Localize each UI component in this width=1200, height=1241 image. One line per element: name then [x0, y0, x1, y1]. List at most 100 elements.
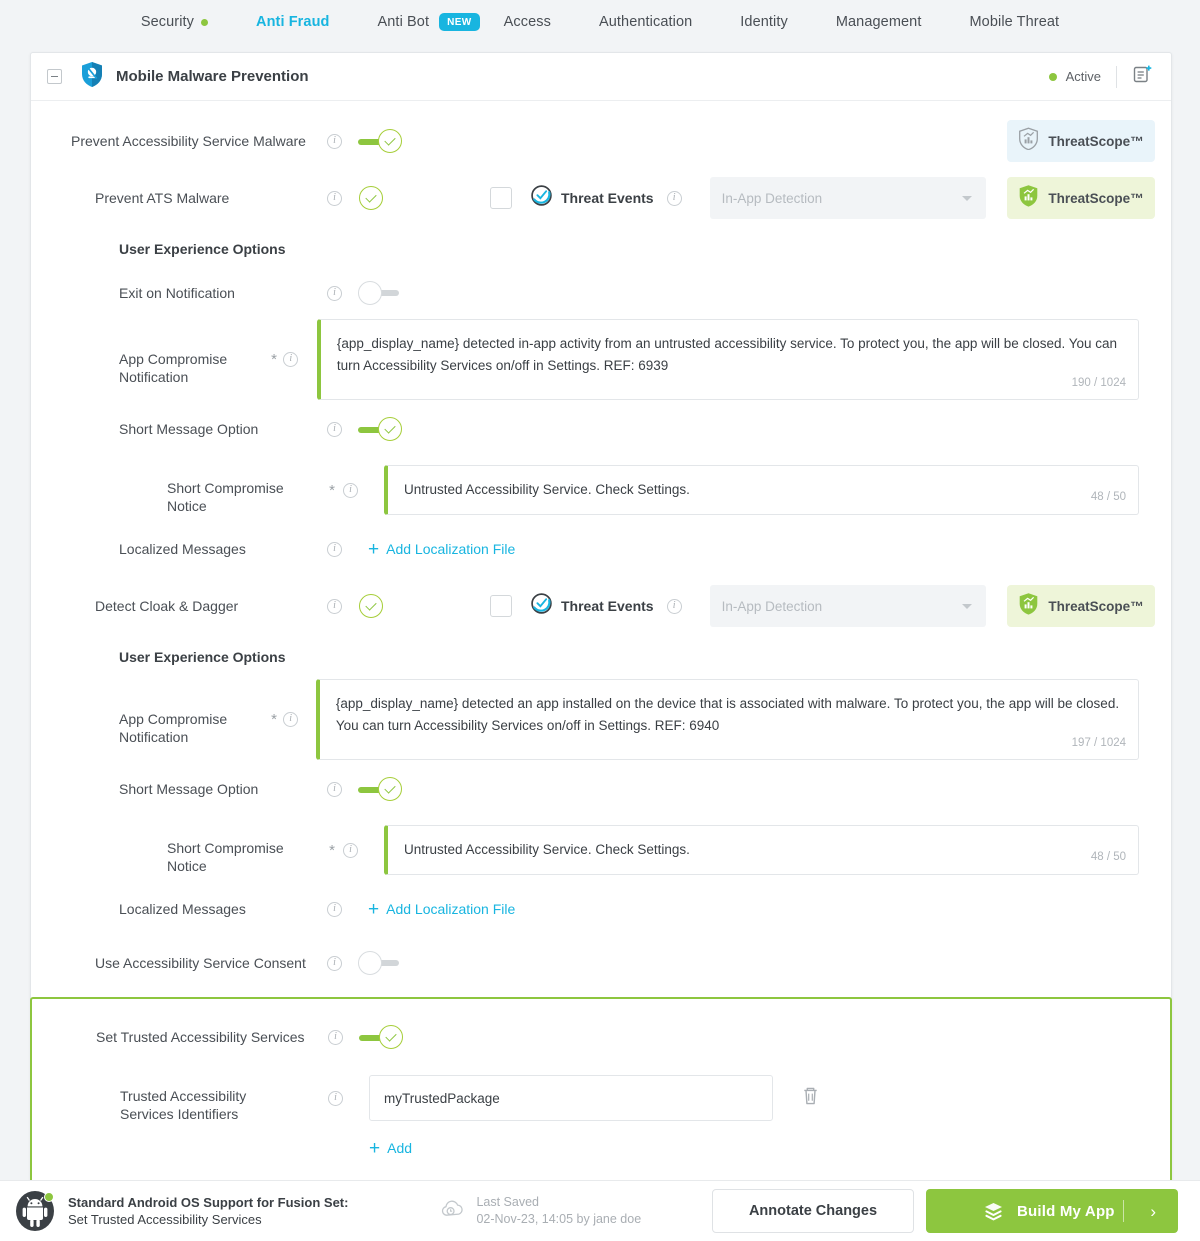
row-short-compromise-notice-1: Short Compromise Notice * i Untrusted Ac… [31, 457, 1171, 523]
threatscope-shield-gray-icon [1018, 127, 1039, 155]
new-badge: NEW [439, 13, 480, 31]
footer-bar: Standard Android OS Support for Fusion S… [0, 1180, 1200, 1241]
required-asterisk: * [271, 350, 277, 368]
char-counter: 48 / 50 [1090, 491, 1126, 503]
row-app-compromise-notification-2: App Compromise Notification * i {app_dis… [31, 677, 1171, 761]
fusion-set-subtitle: Set Trusted Accessibility Services [68, 1212, 262, 1227]
build-my-app-button[interactable]: Build My App › [926, 1189, 1178, 1233]
threatscope-badge-blue[interactable]: ThreatScope™ [1007, 120, 1155, 162]
short-compromise-notice-input[interactable]: Untrusted Accessibility Service. Check S… [384, 825, 1139, 875]
nav-item-identity[interactable]: Identity [716, 14, 812, 30]
divider [1116, 65, 1117, 88]
info-icon[interactable]: i [666, 190, 682, 206]
nav-label: Authentication [598, 14, 693, 30]
threat-events-checkbox[interactable] [490, 187, 512, 209]
toggle-short-message-option-2[interactable] [358, 777, 402, 801]
last-saved-label: Last Saved [476, 1195, 539, 1209]
fusion-set-title: Standard Android OS Support for Fusion S… [68, 1195, 349, 1210]
toggle-short-message-option-1[interactable] [358, 417, 402, 441]
detection-select[interactable]: In-App Detection [709, 585, 986, 627]
toggle-prevent-accessibility-service-malware[interactable] [358, 129, 402, 153]
status-dot-icon [201, 18, 208, 26]
plus-icon: + [369, 1137, 381, 1159]
info-icon[interactable]: i [328, 1029, 343, 1045]
app-compromise-notification-textarea[interactable]: {app_display_name} detected an app insta… [315, 678, 1140, 760]
toggle-set-trusted-accessibility-services[interactable] [359, 1025, 403, 1049]
row-label: Prevent ATS Malware [95, 190, 230, 206]
info-icon[interactable]: i [328, 1090, 343, 1106]
nav-item-management[interactable]: Management [812, 14, 946, 30]
trusted-identifier-input[interactable]: myTrustedPackage [369, 1075, 773, 1121]
info-icon[interactable]: i [666, 598, 682, 614]
row-label: App Compromise Notification [119, 351, 228, 385]
row-label: Short Message Option [119, 781, 259, 797]
section-title: User Experience Options [119, 649, 286, 665]
last-saved-value: 02-Nov-23, 14:05 by jane doe [476, 1212, 642, 1226]
add-note-icon[interactable] [1132, 64, 1153, 90]
info-icon[interactable]: i [327, 285, 342, 301]
toggle-use-accessibility-service-consent[interactable] [358, 951, 402, 975]
chevron-right-icon[interactable]: › [1150, 1202, 1156, 1222]
row-app-compromise-notification-1: App Compromise Notification * i {app_dis… [31, 317, 1171, 401]
nav-item-access[interactable]: Access [480, 14, 575, 30]
required-asterisk: * [329, 841, 335, 859]
threat-events-checkbox[interactable] [490, 595, 512, 617]
delete-icon[interactable] [801, 1085, 820, 1111]
threatscope-shield-green-icon [1018, 592, 1039, 620]
info-icon[interactable]: i [283, 351, 299, 367]
info-icon[interactable]: i [327, 421, 342, 437]
add-identifier-link[interactable]: + Add [369, 1139, 412, 1158]
highlighted-section-trusted-accessibility: Set Trusted Accessibility Services i Tru… [30, 997, 1172, 1189]
app-compromise-notification-textarea[interactable]: {app_display_name} detected in-app activ… [316, 318, 1139, 400]
nav-item-authentication[interactable]: Authentication [575, 14, 716, 30]
add-localization-file-link[interactable]: + Add Localization File [368, 900, 515, 919]
row-label: Short Compromise Notice [167, 839, 284, 874]
threatscope-badge-green[interactable]: ThreatScope™ [1007, 585, 1155, 627]
row-label: Detect Cloak & Dagger [95, 598, 239, 614]
fusion-set-info: Standard Android OS Support for Fusion S… [68, 1194, 348, 1228]
info-icon[interactable]: i [327, 133, 342, 149]
short-compromise-notice-input[interactable]: Untrusted Accessibility Service. Check S… [384, 465, 1139, 515]
row-exit-on-notification: Exit on Notification i [31, 269, 1171, 317]
nav-item-security[interactable]: Security [117, 14, 232, 30]
collapse-minus-icon[interactable] [47, 69, 62, 84]
threatscope-label: ThreatScope™ [1048, 598, 1144, 614]
detection-select-value: In-App Detection [721, 598, 823, 614]
shield-malware-icon [80, 61, 104, 93]
cloud-save-icon [440, 1198, 465, 1224]
plus-icon: + [368, 538, 380, 560]
top-navigation: Security Anti Fraud Anti Bot NEW Access … [0, 0, 1200, 42]
input-value: myTrustedPackage [384, 1090, 500, 1106]
toggle-detect-cloak-and-dagger[interactable] [359, 594, 383, 618]
threat-events-icon [530, 592, 553, 620]
annotate-changes-button[interactable]: Annotate Changes [712, 1189, 914, 1233]
info-icon[interactable]: i [327, 901, 342, 917]
nav-label: Anti Bot [377, 14, 430, 30]
info-icon[interactable]: i [343, 842, 358, 858]
row-label: Exit on Notification [119, 285, 235, 301]
info-icon[interactable]: i [327, 190, 342, 206]
info-icon[interactable]: i [283, 711, 299, 727]
info-icon[interactable]: i [327, 781, 342, 797]
row-label: App Compromise Notification [119, 711, 228, 745]
nav-item-anti-fraud[interactable]: Anti Fraud [232, 14, 354, 30]
char-counter: 190 / 1024 [1071, 376, 1126, 389]
chevron-down-icon [961, 604, 972, 609]
row-label: Localized Messages [119, 901, 246, 917]
nav-label: Security [140, 14, 194, 30]
info-icon[interactable]: i [327, 598, 342, 614]
mobile-malware-prevention-card: Mobile Malware Prevention Active Prevent… [30, 52, 1172, 1190]
toggle-prevent-ats-malware[interactable] [359, 186, 383, 210]
info-icon[interactable]: i [343, 482, 358, 498]
row-label: Localized Messages [119, 541, 246, 557]
row-localized-messages-2: Localized Messages i + Add Localization … [31, 883, 1171, 935]
toggle-exit-on-notification[interactable] [358, 281, 402, 305]
info-icon[interactable]: i [327, 541, 342, 557]
add-localization-file-link[interactable]: + Add Localization File [368, 540, 515, 559]
detection-select[interactable]: In-App Detection [709, 177, 986, 219]
threatscope-badge-green[interactable]: ThreatScope™ [1007, 177, 1155, 219]
android-status-dot-icon [44, 1192, 54, 1202]
nav-item-mobile-threat[interactable]: Mobile Threat [945, 14, 1083, 30]
info-icon[interactable]: i [327, 955, 342, 971]
row-localized-messages-1: Localized Messages i + Add Localization … [31, 523, 1171, 575]
